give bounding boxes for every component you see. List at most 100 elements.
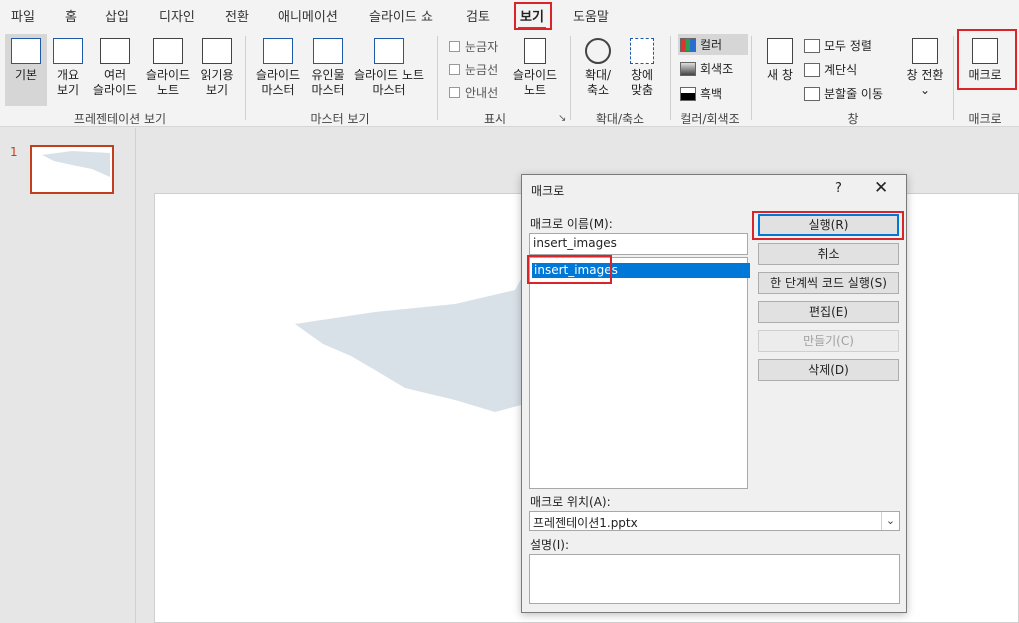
slide-master-label-2: 마스터 (261, 83, 295, 97)
group-label-macro: 매크로 (968, 112, 1002, 126)
notes-label-1: 슬라이드 (512, 68, 558, 82)
notes-label-2: 노트 (523, 83, 547, 97)
guides-label: 안내선 (465, 86, 499, 100)
black-white-button[interactable]: 흑백 (680, 85, 722, 102)
notes-page-button[interactable]: 슬라이드 노트 (144, 34, 192, 106)
macro-list-item[interactable]: insert_images (532, 263, 750, 278)
gridlines-label: 눈금선 (465, 63, 499, 77)
move-split-icon (804, 87, 820, 101)
fit-to-window-button[interactable]: 창에 맞춤 (622, 34, 662, 106)
group-divider (570, 36, 571, 120)
group-label-zoom: 확대/축소 (595, 112, 645, 126)
handout-master-label-2: 마스터 (311, 83, 345, 97)
close-icon[interactable]: ✕ (874, 178, 888, 198)
edit-button[interactable]: 편집(E) (758, 301, 899, 323)
thumbnail-map-image (42, 151, 110, 177)
macro-location-label: 매크로 위치(A): (530, 495, 611, 509)
cancel-button[interactable]: 취소 (758, 243, 899, 265)
group-label-master-views: 마스터 보기 (310, 112, 370, 126)
notes-master-button[interactable]: 슬라이드 노트 마스터 (351, 34, 427, 106)
macro-name-input[interactable]: insert_images (529, 233, 748, 255)
macro-icon (972, 38, 998, 64)
slide-master-label-1: 슬라이드 (255, 68, 301, 82)
magnifier-icon (585, 38, 611, 64)
slide-sorter-label-2: 슬라이드 (92, 83, 138, 97)
ruler-checkbox[interactable]: 눈금자 (449, 38, 498, 55)
handout-master-label-1: 유인물 (311, 68, 345, 82)
menu-bar: 파일 홈 삽입 디자인 전환 애니메이션 슬라이드 쇼 검토 보기 도움말 (0, 0, 1019, 30)
chevron-down-icon: ⌄ (919, 83, 931, 97)
dialog-launcher-icon[interactable]: ↘ (558, 113, 566, 124)
chevron-down-icon[interactable]: ⌄ (881, 512, 899, 530)
color-swatch-icon (680, 38, 696, 52)
zoom-button[interactable]: 확대/ 축소 (578, 34, 618, 106)
tab-design[interactable]: 디자인 (159, 6, 195, 25)
cascade-icon (804, 63, 820, 77)
move-split-label: 분할줄 이동 (824, 87, 884, 101)
switch-windows-icon (912, 38, 938, 64)
grayscale-button[interactable]: 회색조 (680, 60, 733, 77)
color-button[interactable]: 컬러 (678, 34, 749, 55)
macros-button[interactable]: 매크로 (960, 34, 1010, 106)
gridlines-checkbox[interactable]: 눈금선 (449, 61, 498, 78)
delete-button[interactable]: 삭제(D) (758, 359, 899, 381)
tab-home[interactable]: 홈 (65, 6, 77, 25)
outline-view-label-1: 개요 (56, 68, 80, 82)
slide-sorter-button[interactable]: 여러 슬라이드 (90, 34, 140, 106)
notes-master-label-2: 마스터 (372, 83, 406, 97)
macros-button-label: 매크로 (968, 68, 1002, 82)
notes-master-icon (374, 38, 404, 64)
fit-window-icon (630, 38, 654, 64)
slide-thumbnail[interactable] (30, 145, 114, 194)
tab-slideshow[interactable]: 슬라이드 쇼 (369, 6, 433, 25)
notes-page-label-2: 노트 (156, 83, 180, 97)
notes-button[interactable]: 슬라이드 노트 (508, 34, 562, 106)
normal-view-button[interactable]: 기본 (5, 34, 47, 106)
tab-file[interactable]: 파일 (11, 6, 35, 25)
macro-dialog: 매크로 ? ✕ 매크로 이름(M): insert_images insert_… (521, 174, 907, 613)
tab-insert[interactable]: 삽입 (105, 6, 129, 25)
description-field[interactable] (529, 554, 900, 604)
group-divider (751, 36, 752, 120)
notes-page-icon (153, 38, 183, 64)
dialog-title: 매크로 (531, 184, 565, 198)
normal-view-label: 기본 (14, 68, 38, 82)
outline-view-label-2: 보기 (56, 83, 80, 97)
macro-location-select[interactable]: 프레젠테이션1.pptx ⌄ (529, 511, 900, 531)
notes-master-label-1: 슬라이드 노트 (353, 68, 425, 82)
arrange-all-button[interactable]: 모두 정렬 (804, 37, 872, 54)
slide-master-button[interactable]: 슬라이드 마스터 (253, 34, 303, 106)
outline-view-icon (53, 38, 83, 64)
step-into-button[interactable]: 한 단계씩 코드 실행(S) (758, 272, 899, 294)
guides-checkbox[interactable]: 안내선 (449, 84, 498, 101)
outline-view-button[interactable]: 개요 보기 (50, 34, 86, 106)
description-label: 설명(I): (530, 538, 570, 552)
switch-windows-button[interactable]: 창 전환 ⌄ (902, 34, 948, 106)
move-split-button[interactable]: 분할줄 이동 (804, 85, 883, 102)
arrange-all-label: 모두 정렬 (824, 39, 872, 53)
reading-view-button[interactable]: 읽기용 보기 (196, 34, 238, 106)
zoom-label-1: 확대/ (584, 68, 612, 82)
tab-help[interactable]: 도움말 (573, 6, 609, 25)
macro-list[interactable]: insert_images (529, 257, 750, 489)
tab-view[interactable]: 보기 (518, 6, 546, 30)
group-divider (245, 36, 246, 120)
group-divider (670, 36, 671, 120)
notes-icon (524, 38, 546, 64)
tab-transitions[interactable]: 전환 (225, 6, 249, 25)
run-button[interactable]: 실행(R) (758, 214, 899, 236)
macro-name-label: 매크로 이름(M): (530, 217, 613, 231)
color-label: 컬러 (700, 38, 723, 52)
new-window-button[interactable]: 새 창 (758, 34, 802, 106)
thumbnail-pane: 1 (0, 128, 136, 623)
slide-sorter-label-1: 여러 (103, 68, 127, 82)
group-label-color: 컬러/회색조 (680, 112, 740, 126)
cascade-button[interactable]: 계단식 (804, 61, 857, 78)
black-white-icon (680, 87, 696, 101)
group-divider (437, 36, 438, 120)
tab-animations[interactable]: 애니메이션 (278, 6, 338, 25)
normal-view-icon (11, 38, 41, 64)
help-icon[interactable]: ? (835, 181, 842, 196)
handout-master-button[interactable]: 유인물 마스터 (306, 34, 350, 106)
tab-review[interactable]: 검토 (466, 6, 490, 25)
